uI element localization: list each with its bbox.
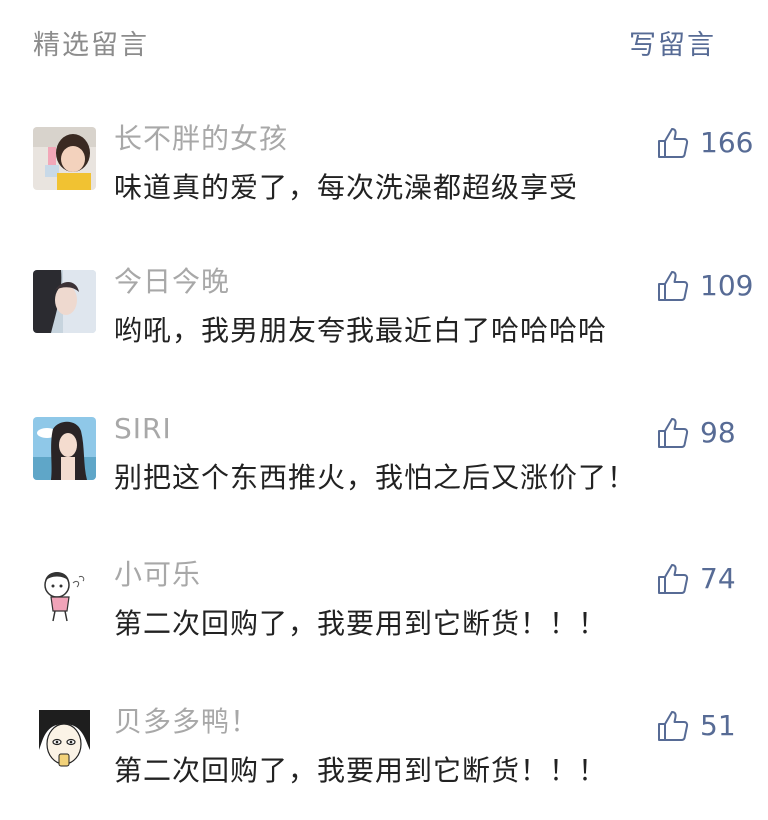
avatar[interactable] — [33, 417, 96, 480]
like-button[interactable]: 109 — [656, 266, 753, 306]
comment-item: 今日今晚 哟吼，我男朋友夸我最近白了哈哈哈哈 109 — [0, 265, 768, 380]
comment-nickname: SIRI — [114, 412, 172, 445]
thumbs-up-icon — [658, 564, 689, 594]
comment-text: 哟吼，我男朋友夸我最近白了哈哈哈哈 — [114, 314, 608, 347]
thumbs-up-icon — [658, 418, 689, 448]
comment-text: 第二次回购了，我要用到它断货！！！ — [114, 607, 608, 640]
comments-header: 精选留言 写留言 — [0, 0, 768, 90]
write-comment-link[interactable]: 写留言 — [629, 28, 716, 64]
comment-nickname: 长不胖的女孩 — [114, 122, 289, 155]
comment-item: 长不胖的女孩 味道真的爱了，每次洗澡都超级享受 166 — [0, 122, 768, 237]
comment-nickname: 小可乐 — [114, 558, 202, 591]
thumbs-up-icon — [658, 711, 689, 741]
avatar[interactable] — [33, 127, 96, 190]
like-button[interactable]: 51 — [656, 706, 736, 746]
thumbs-up-icon — [658, 128, 689, 158]
like-button[interactable]: 74 — [656, 559, 736, 599]
comment-nickname: 今日今晚 — [114, 265, 231, 298]
comment-nickname: 贝多多鸭！ — [114, 705, 260, 738]
like-button[interactable]: 98 — [656, 413, 736, 453]
like-count: 109 — [700, 269, 754, 302]
like-count: 74 — [700, 562, 736, 595]
comment-text: 第二次回购了，我要用到它断货！！！ — [114, 754, 608, 787]
comment-item: 贝多多鸭！ 第二次回购了，我要用到它断货！！！ 51 — [0, 705, 768, 820]
comment-text: 别把这个东西推火，我怕之后又涨价了！ — [114, 461, 637, 494]
comment-item: 小可乐 第二次回购了，我要用到它断货！！！ 74 — [0, 558, 768, 673]
like-count: 51 — [700, 709, 736, 742]
avatar[interactable] — [33, 563, 96, 626]
avatar[interactable] — [33, 270, 96, 333]
avatar[interactable] — [33, 710, 96, 773]
like-count: 166 — [700, 126, 754, 159]
like-button[interactable]: 166 — [656, 123, 753, 163]
comment-item: SIRI 别把这个东西推火，我怕之后又涨价了！ 98 — [0, 412, 768, 527]
section-title: 精选留言 — [33, 30, 149, 61]
comment-text: 味道真的爱了，每次洗澡都超级享受 — [114, 171, 579, 204]
like-count: 98 — [700, 416, 736, 449]
thumbs-up-icon — [658, 271, 689, 301]
